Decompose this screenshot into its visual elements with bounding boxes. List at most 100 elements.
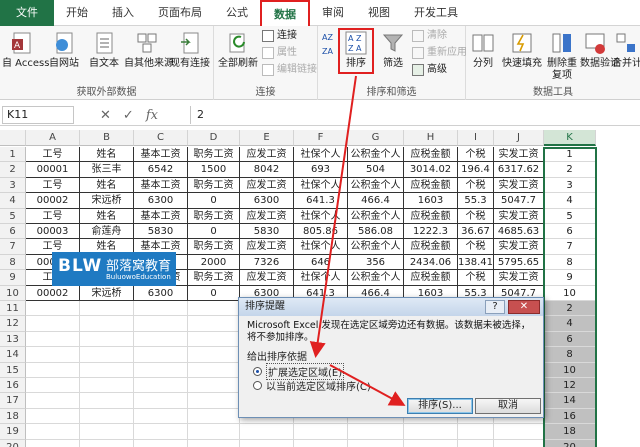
table-cell[interactable] (80, 331, 134, 348)
table-cell[interactable]: 693 (294, 162, 348, 178)
table-cell[interactable]: 646 (294, 254, 348, 271)
column-header-j[interactable]: J (494, 130, 544, 146)
table-cell[interactable] (26, 362, 80, 378)
table-cell[interactable] (80, 316, 134, 332)
advanced-button[interactable]: 高级 (412, 62, 447, 78)
table-cell[interactable]: 个税 (458, 177, 494, 194)
column-header-k[interactable]: K (544, 130, 596, 146)
confirm-edit-icon[interactable]: ✓ (123, 108, 134, 123)
table-cell[interactable]: 公积金个人 (348, 239, 404, 255)
table-cell[interactable]: 2434.06 (404, 254, 458, 271)
table-cell[interactable] (404, 424, 458, 440)
name-box[interactable]: K11 (2, 106, 74, 124)
column-header-h[interactable]: H (404, 130, 458, 146)
from-web-button[interactable]: 自网站 (44, 30, 84, 70)
table-cell[interactable]: 公积金个人 (348, 208, 404, 224)
table-cell[interactable]: 俞莲舟 (80, 224, 134, 240)
row-header[interactable]: 8 (0, 254, 26, 271)
helper-cell[interactable]: 14 (544, 393, 596, 409)
table-cell[interactable]: 3014.02 (404, 162, 458, 178)
row-header[interactable]: 19 (0, 424, 26, 440)
table-cell[interactable]: 00001 (26, 162, 80, 178)
table-cell[interactable] (80, 393, 134, 409)
table-cell[interactable]: 工号 (26, 208, 80, 224)
helper-cell[interactable]: 10 (544, 285, 596, 301)
helper-cell[interactable]: 9 (544, 270, 596, 286)
data-validation-button[interactable]: 数据验证 (580, 30, 620, 70)
row-header[interactable]: 16 (0, 378, 26, 394)
table-cell[interactable] (80, 378, 134, 394)
table-cell[interactable]: 实发工资 (494, 147, 544, 163)
helper-cell[interactable]: 2 (544, 301, 596, 317)
table-cell[interactable]: 5047.7 (494, 193, 544, 209)
table-cell[interactable]: 5795.65 (494, 254, 544, 271)
row-header[interactable]: 20 (0, 439, 26, 447)
table-cell[interactable]: 6300 (134, 285, 188, 301)
table-cell[interactable]: 宋远桥 (80, 193, 134, 209)
filter-button[interactable]: 筛选 (376, 30, 410, 70)
table-cell[interactable]: 公积金个人 (348, 270, 404, 286)
helper-cell[interactable]: 7 (544, 239, 596, 255)
table-cell[interactable] (188, 316, 240, 332)
table-cell[interactable] (26, 301, 80, 317)
table-cell[interactable]: 实发工资 (494, 177, 544, 194)
tab-insert[interactable]: 插入 (100, 0, 146, 26)
row-header[interactable]: 18 (0, 408, 26, 425)
current-selection-option[interactable]: 以当前选定区域排序(C) (253, 378, 371, 393)
table-cell[interactable] (188, 301, 240, 317)
row-header[interactable]: 13 (0, 331, 26, 348)
tab-review[interactable]: 审阅 (310, 0, 356, 26)
column-header-g[interactable]: G (348, 130, 404, 146)
table-cell[interactable]: 6300 (240, 193, 294, 209)
table-cell[interactable]: 应税金额 (404, 270, 458, 286)
table-cell[interactable]: 个税 (458, 239, 494, 255)
table-cell[interactable]: 实发工资 (494, 208, 544, 224)
helper-cell[interactable]: 12 (544, 378, 596, 394)
tab-page-layout[interactable]: 页面布局 (146, 0, 214, 26)
table-cell[interactable] (188, 362, 240, 378)
consolidate-button[interactable]: 合并计 (612, 30, 640, 70)
table-cell[interactable]: 社保个人 (294, 270, 348, 286)
table-cell[interactable]: 00002 (26, 285, 80, 301)
tab-developer[interactable]: 开发工具 (402, 0, 470, 26)
table-cell[interactable]: 2000 (188, 254, 240, 271)
tab-view[interactable]: 视图 (356, 0, 402, 26)
column-header-c[interactable]: C (134, 130, 188, 146)
table-cell[interactable]: 职务工资 (188, 208, 240, 224)
table-cell[interactable] (134, 347, 188, 363)
table-cell[interactable] (26, 378, 80, 394)
table-cell[interactable] (188, 378, 240, 394)
column-header-a[interactable]: A (26, 130, 80, 146)
table-cell[interactable]: 0 (188, 285, 240, 301)
helper-cell[interactable]: 5 (544, 208, 596, 224)
table-cell[interactable]: 社保个人 (294, 147, 348, 163)
table-cell[interactable]: 个税 (458, 270, 494, 286)
table-cell[interactable]: 8042 (240, 162, 294, 178)
text-to-columns-button[interactable]: 分列 (468, 30, 498, 70)
table-cell[interactable] (188, 331, 240, 348)
table-cell[interactable] (26, 347, 80, 363)
table-cell[interactable] (26, 424, 80, 440)
table-cell[interactable]: 应发工资 (240, 270, 294, 286)
table-cell[interactable]: 基本工资 (134, 147, 188, 163)
table-cell[interactable] (80, 424, 134, 440)
table-cell[interactable] (80, 362, 134, 378)
tab-home[interactable]: 开始 (54, 0, 100, 26)
sort-confirm-button[interactable]: 排序(S)... (407, 398, 473, 414)
table-cell[interactable] (240, 439, 294, 447)
helper-cell[interactable]: 4 (544, 193, 596, 209)
helper-cell[interactable]: 16 (544, 408, 596, 425)
table-cell[interactable]: 实发工资 (494, 270, 544, 286)
table-cell[interactable]: 工号 (26, 177, 80, 194)
table-cell[interactable]: 7326 (240, 254, 294, 271)
table-cell[interactable] (26, 316, 80, 332)
helper-cell[interactable]: 20 (544, 439, 596, 447)
row-header[interactable]: 7 (0, 239, 26, 255)
tab-formulas[interactable]: 公式 (214, 0, 260, 26)
column-header-d[interactable]: D (188, 130, 240, 146)
table-cell[interactable]: 工号 (26, 147, 80, 163)
select-all-corner[interactable] (0, 130, 26, 146)
table-cell[interactable] (134, 362, 188, 378)
helper-cell[interactable]: 6 (544, 224, 596, 240)
table-cell[interactable]: 196.4 (458, 162, 494, 178)
